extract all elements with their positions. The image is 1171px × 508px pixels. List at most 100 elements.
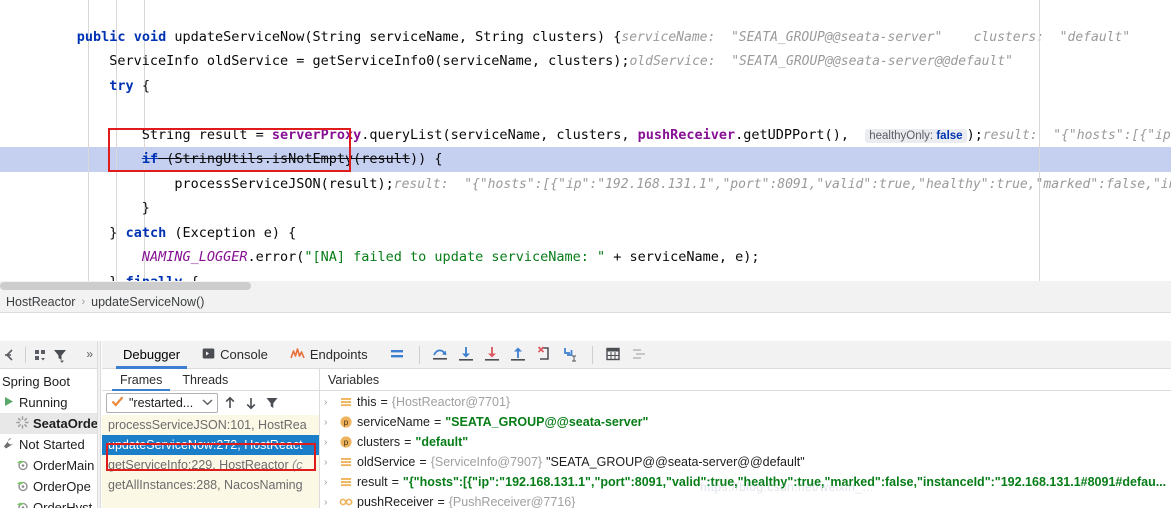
code-line-catch[interactable]: } catch (Exception e) { [0,196,1171,241]
thread-settings-icon [629,344,651,366]
thread-selector-dropdown[interactable]: "restarted... [106,393,218,413]
filter-icon[interactable] [263,394,281,412]
parameter-icon: p [339,435,353,449]
expand-arrow-icon[interactable]: › [324,437,335,448]
tab-endpoints[interactable]: Endpoints [279,341,379,369]
variable-row-oldservice[interactable]: › oldService = {ServiceInfo@7907} "SEATA… [320,452,1171,472]
debugger-panes: Frames Threads "restarted... processServ… [102,369,1171,508]
force-step-into-icon[interactable] [534,344,556,366]
tab-frames[interactable]: Frames [110,373,172,391]
variable-ref: {ServiceInfo@7907} [430,455,543,469]
thread-selector-label: "restarted... [129,396,194,410]
services-label: Running [19,395,68,410]
field-icon [339,495,353,508]
run-to-cursor-icon[interactable] [560,344,582,366]
services-label: Not Started [19,437,85,452]
tab-label: Threads [182,373,229,387]
wrench-icon [2,437,15,453]
services-row-orderope[interactable]: OrderOpe [0,476,97,497]
ide-window: public void updateServiceNow(String serv… [0,0,1171,508]
tab-threads[interactable]: Threads [172,373,238,390]
expand-arrow-icon[interactable]: › [324,417,335,428]
frame-row[interactable]: getAllInstances:288, NacosNaming [102,475,319,495]
variable-ref: {HostReactor@7701} [391,395,511,409]
services-label: OrderOpe [33,479,91,494]
services-panel: » Spring Boot Running SeataOrde Not Star… [0,341,97,508]
variable-value: "default" [415,435,469,449]
variable-value: "SEATA_GROUP@@seata-server" [445,415,649,429]
tab-label: Debugger [123,347,181,362]
variable-row-pushreceiver[interactable]: › pushReceiver = {PushReceiver@7716} [320,492,1171,508]
variable-name: clusters [357,435,401,449]
code-line-result[interactable]: String result = serverProxy.queryList(se… [0,98,1171,143]
debug-tool-window: » Spring Boot Running SeataOrde Not Star… [0,341,1171,508]
code-editor[interactable]: public void updateServiceNow(String serv… [0,0,1171,281]
services-row-seataorder[interactable]: SeataOrde [0,413,97,434]
frame-row[interactable]: getServiceInfo:229, HostReactor (c [102,455,319,475]
expand-arrow-icon[interactable]: › [324,497,335,508]
step-into-icon[interactable] [482,344,504,366]
variables-title-label: Variables [328,372,380,387]
variables-pane: Variables › this = {HostReactor@7701} › … [320,369,1171,508]
layout-icon[interactable] [387,344,409,366]
frames-pane: Frames Threads "restarted... processServ… [102,369,320,508]
svg-text:p: p [344,418,349,427]
code-line-signature[interactable]: public void updateServiceNow(String serv… [0,0,1171,45]
services-row-ordermain[interactable]: OrderMain [0,455,97,476]
step-out-icon[interactable] [508,344,530,366]
tab-debugger[interactable]: Debugger [112,341,191,369]
frame-row-selected[interactable]: updateServiceNow:272, HostReact [102,435,319,455]
debugger-tabbar: Debugger Console Endpoints [102,341,1171,369]
scrollbar-thumb[interactable] [0,282,251,290]
step-over-icon[interactable] [456,344,478,366]
endpoints-icon [290,347,305,363]
services-row-orderhyst[interactable]: OrderHyst [0,497,97,508]
variables-list[interactable]: › this = {HostReactor@7701} › p serviceN… [320,391,1171,508]
frame-row[interactable]: processServiceJSON:101, HostRea [102,415,319,435]
code-line-blank[interactable] [0,74,1171,99]
variable-equals: = [380,395,388,409]
filter-icon[interactable] [51,346,69,364]
editor-horizontal-scrollbar[interactable] [0,281,1171,291]
parameter-icon: p [339,415,353,429]
collapse-all-icon[interactable] [2,346,20,364]
variable-row-this[interactable]: › this = {HostReactor@7701} [320,392,1171,412]
tab-console[interactable]: Console [191,341,279,369]
tab-label: Frames [120,373,163,387]
panel-splitter[interactable] [97,341,101,508]
console-icon [202,347,215,363]
expand-arrow-icon[interactable]: › [324,397,335,408]
services-toolbar: » [0,341,97,369]
variable-value: "{"hosts":[{"ip":"192.168.131.1","port":… [402,475,1167,489]
services-label: SeataOrde [33,416,97,431]
field-icon [339,395,353,409]
variable-equals: = [437,495,445,508]
group-by-icon[interactable] [31,346,49,364]
services-row-spring-boot[interactable]: Spring Boot [0,371,97,392]
services-row-running[interactable]: Running [0,392,97,413]
services-tree[interactable]: Spring Boot Running SeataOrde Not Starte… [0,369,97,508]
frame-label: getAllInstances:288, NacosNaming [108,478,303,492]
evaluate-expression-icon[interactable] [603,344,625,366]
variable-row-result[interactable]: › result = "{"hosts":[{"ip":"192.168.131… [320,472,1171,492]
services-row-not-started[interactable]: Not Started [0,434,97,455]
services-label: OrderHyst [33,500,93,508]
expand-arrow-icon[interactable]: › [324,457,335,468]
breadcrumb-method[interactable]: updateServiceNow() [91,295,204,309]
arrow-down-icon[interactable] [242,394,260,412]
breadcrumb-class[interactable]: HostReactor [6,295,75,309]
expand-arrow-icon[interactable]: › [324,477,335,488]
inline-hint-pill-healthyonly: healthyOnly: false [865,128,967,143]
variable-equals: = [419,455,427,469]
variable-row-servicename[interactable]: › p serviceName = "SEATA_GROUP@@seata-se… [320,412,1171,432]
arrow-up-icon[interactable] [221,394,239,412]
toolbar-overflow-icon[interactable]: » [86,347,93,361]
variable-row-clusters[interactable]: › p clusters = "default" [320,432,1171,452]
breadcrumb[interactable]: HostReactor › updateServiceNow() [0,291,1171,313]
chevron-down-icon[interactable] [202,398,213,408]
show-execution-point-icon[interactable] [430,344,452,366]
frames-list[interactable]: processServiceJSON:101, HostRea updateSe… [102,415,319,508]
springboot-icon [16,479,29,495]
variable-name: pushReceiver [357,495,434,508]
tab-label: Console [220,347,268,362]
